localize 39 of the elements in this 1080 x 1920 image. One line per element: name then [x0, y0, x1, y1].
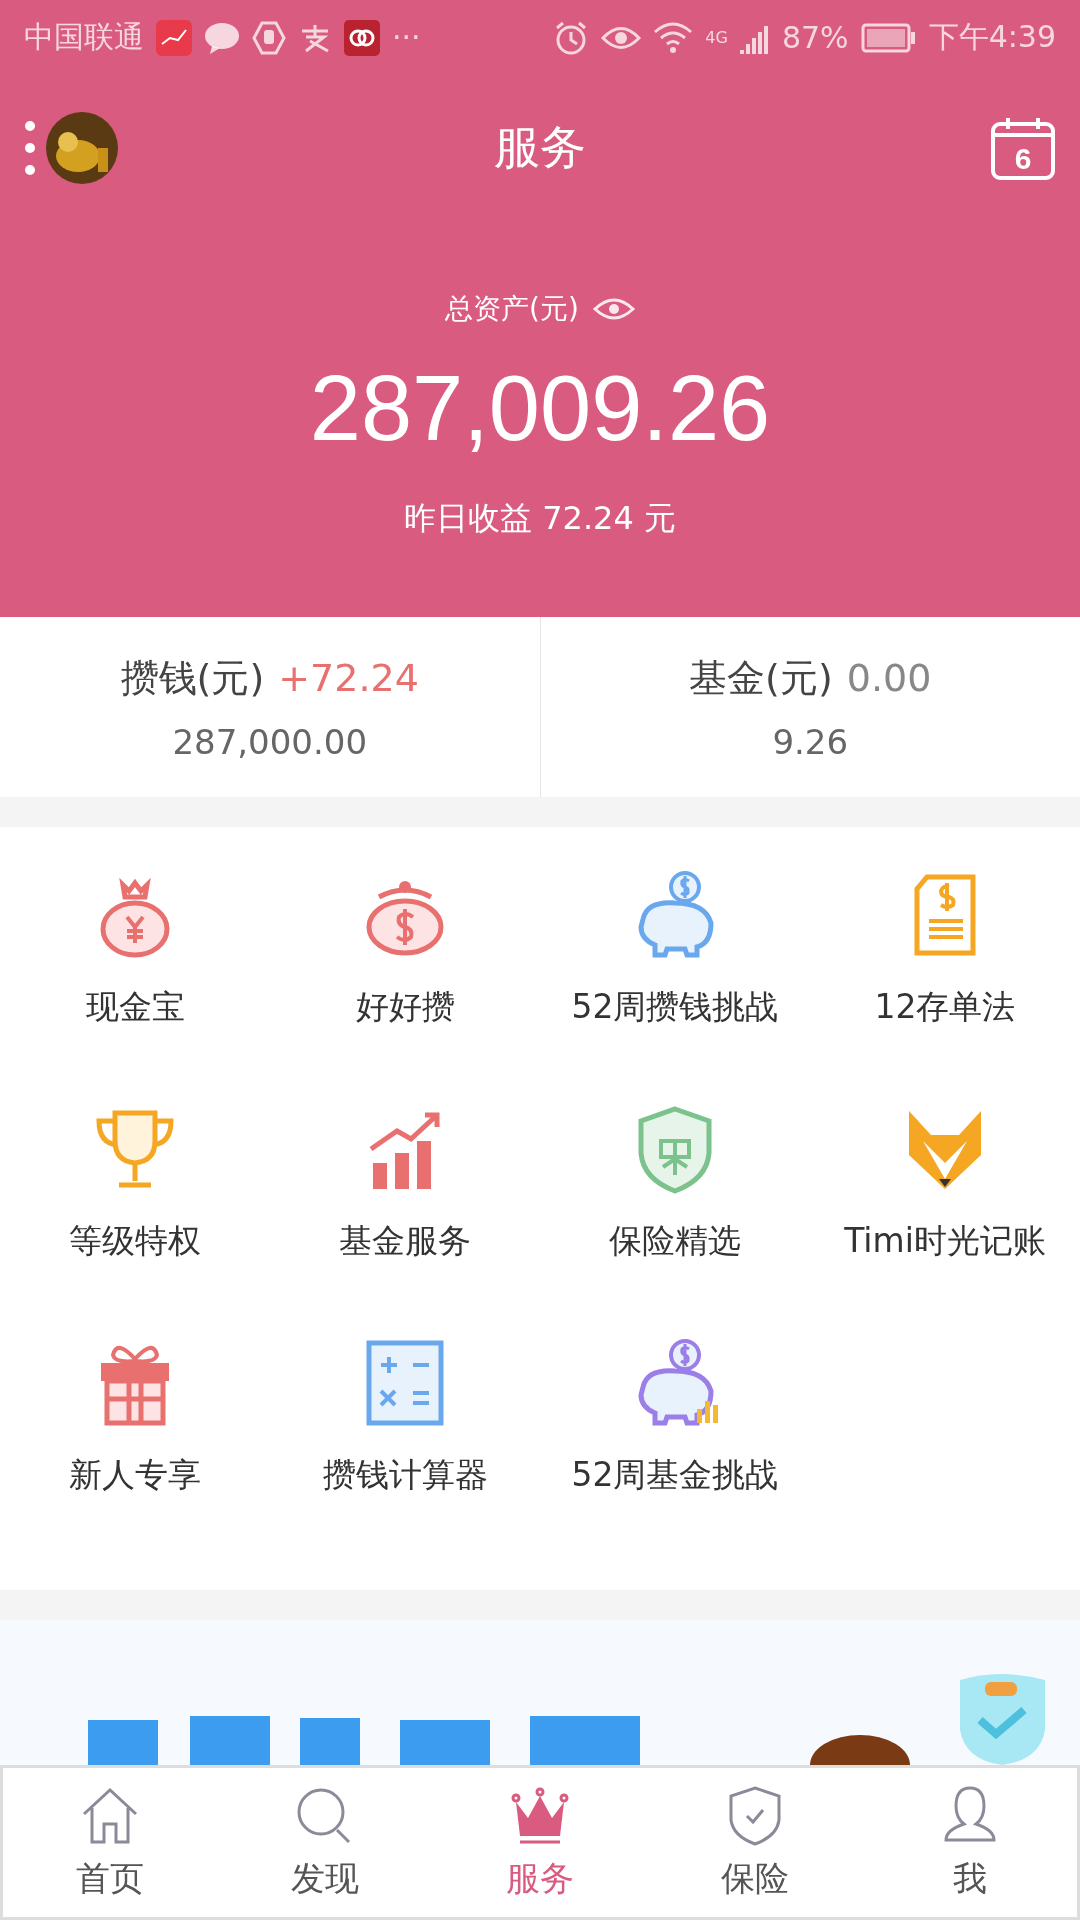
yesterday-earnings: 昨日收益 72.24 元 [404, 498, 676, 539]
total-assets-label: 总资产(元) [445, 291, 579, 327]
service-item[interactable]: 12存单法 [810, 867, 1080, 1101]
account-amount: 287,000.00 [172, 721, 368, 762]
bank-app-icon [344, 19, 380, 56]
page-title: 服务 [494, 118, 586, 176]
nav-tab[interactable]: 保险 [647, 1768, 863, 1917]
battery-icon [860, 22, 917, 53]
nav-tab[interactable]: 发现 [217, 1768, 433, 1917]
more-notifications: ··· [392, 20, 421, 55]
nav-tab[interactable]: 服务 [432, 1768, 648, 1917]
nav-tab[interactable]: 我 [862, 1768, 1077, 1917]
service-item[interactable]: 保险精选 [540, 1101, 810, 1335]
avatar[interactable] [46, 111, 118, 184]
service-item[interactable]: 52周基金挑战 [540, 1335, 810, 1569]
battery-percent: 87% [781, 20, 849, 55]
service-item[interactable]: 52周攒钱挑战 [540, 867, 810, 1101]
network-type: 4G [705, 28, 728, 47]
app-notification-icon [156, 19, 192, 56]
wifi-icon [653, 21, 694, 54]
more-menu-icon[interactable] [24, 119, 36, 176]
account-label: 基金(元) [689, 654, 833, 702]
service-item[interactable]: 新人专享 [0, 1335, 270, 1569]
service-item[interactable]: 现金宝 [0, 867, 270, 1101]
chat-bubble-icon [204, 21, 240, 54]
eye-icon[interactable] [592, 295, 635, 323]
carrier-name: 中国联通 [24, 18, 144, 56]
nav-tab[interactable]: 首页 [3, 1768, 218, 1917]
clock-time: 下午4:39 [928, 18, 1056, 56]
service-item[interactable]: 攒钱计算器 [270, 1335, 540, 1569]
total-assets-amount: 287,009.26 [309, 356, 771, 461]
account-label: 攒钱(元) [120, 654, 265, 702]
account-change: 0.00 [846, 656, 932, 700]
account-amount: 9.26 [772, 721, 849, 762]
account-change: +72.24 [278, 656, 419, 700]
service-item[interactable]: 等级特权 [0, 1101, 270, 1335]
service-item[interactable]: 好好攒 [270, 867, 540, 1101]
service-item[interactable]: Timi时光记账 [810, 1101, 1080, 1335]
service-item[interactable]: 基金服务 [270, 1101, 540, 1335]
